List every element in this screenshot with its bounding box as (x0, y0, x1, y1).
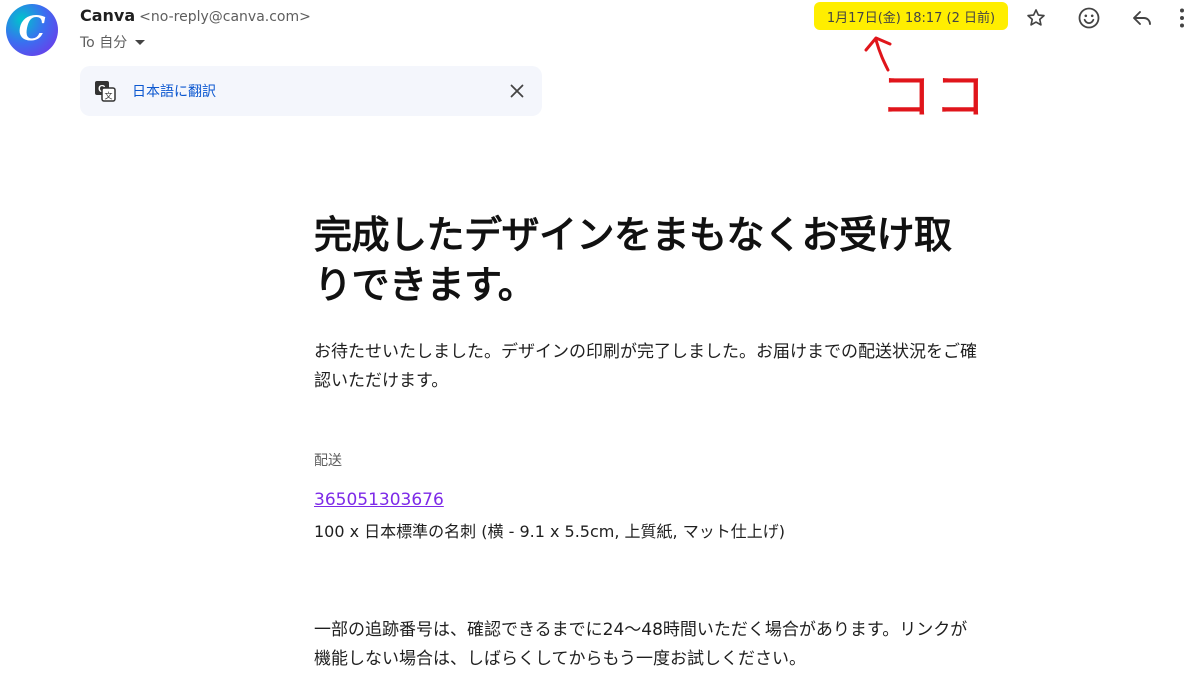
sender-name[interactable]: Canva (80, 6, 135, 25)
more-options-button[interactable] (1170, 4, 1194, 32)
translate-icon: G 文 (95, 81, 116, 102)
reply-button[interactable] (1126, 4, 1158, 32)
sender-avatar[interactable]: C (6, 4, 58, 56)
email-body: 完成したデザインをまもなくお受け取りできます。 お待たせいたしました。デザインの… (314, 210, 994, 691)
annotation-label: ココ (880, 67, 989, 127)
emoji-icon (1078, 7, 1100, 29)
reply-icon (1133, 11, 1151, 25)
sender-email: <no-reply@canva.com> (139, 9, 311, 25)
product-description: 100 x 日本標準の名刺 (横 - 9.1 x 5.5cm, 上質紙, マット… (314, 522, 785, 541)
translate-link[interactable]: 日本語に翻訳 (132, 66, 216, 116)
shipping-section-label: 配送 (314, 453, 342, 469)
translate-bar: G 文 日本語に翻訳 (80, 66, 542, 116)
translate-close-button[interactable] (504, 78, 530, 104)
caret-down-icon (135, 39, 146, 45)
tracking-notice: 一部の追跡番号は、確認できるまでに24〜48時間いただく場合があります。リンクが… (314, 620, 968, 669)
svg-text:文: 文 (105, 91, 113, 101)
star-button[interactable] (1020, 4, 1052, 32)
add-reaction-button[interactable] (1073, 4, 1105, 32)
close-icon (510, 84, 524, 98)
tracking-number-link[interactable]: 365051303676 (314, 490, 444, 510)
email-intro: お待たせいたしました。デザインの印刷が完了しました。お届けまでの配送状況をご確認… (314, 342, 977, 391)
annotation-text: ココ (880, 62, 1010, 132)
star-icon (1027, 9, 1045, 26)
email-headline: 完成したデザインをまもなくお受け取りできます。 (314, 213, 952, 307)
avatar-letter: C (18, 9, 46, 49)
sender-line: Canva <no-reply@canva.com> (80, 6, 311, 28)
message-timestamp: 1月17日(金) 18:17 (2 日前) (814, 2, 1008, 30)
recipient-label: To 自分 (80, 35, 128, 51)
more-vert-icon (1180, 8, 1184, 28)
timestamp-text: 1月17日(金) 18:17 (2 日前) (826, 10, 996, 26)
recipient-details-toggle[interactable]: To 自分 (80, 32, 146, 52)
